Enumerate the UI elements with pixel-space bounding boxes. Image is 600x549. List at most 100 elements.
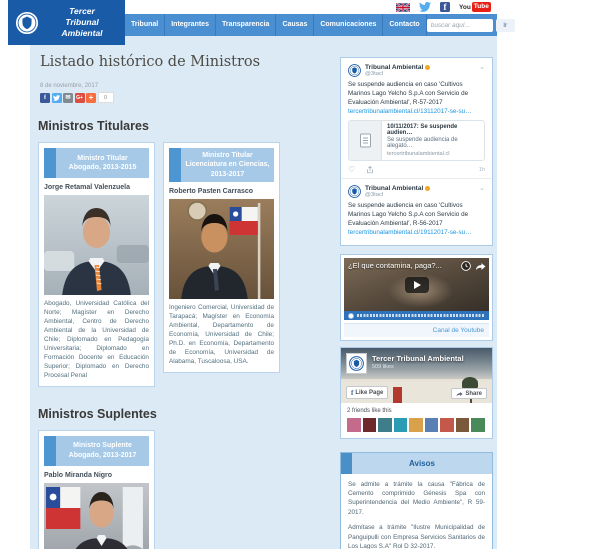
- article-date: 8 de noviembre, 2017: [40, 83, 330, 89]
- facebook-friends-section: 2 friends like this: [341, 403, 492, 438]
- share-email-button[interactable]: ✉: [63, 93, 73, 103]
- twitter-icon[interactable]: [419, 2, 431, 12]
- site-logo[interactable]: Tercer Tribunal Ambiental: [8, 0, 125, 45]
- tweet[interactable]: Tribunal Ambiental @3tacl ⌄ Se suspende …: [348, 64, 485, 174]
- nav-item-transparencia[interactable]: Transparencia: [216, 14, 276, 36]
- logo-text: Tercer Tribunal Ambiental: [45, 6, 119, 39]
- document-icon: [349, 121, 382, 161]
- like-heart-icon[interactable]: ♡: [348, 166, 355, 174]
- facebook-share-button[interactable]: Share: [451, 388, 487, 399]
- author-badge-icon: [425, 186, 430, 191]
- search-go-button[interactable]: Ir: [496, 19, 515, 32]
- youtube-channel-link[interactable]: Canal de Youtube: [433, 327, 484, 334]
- nav-search: Ir: [427, 19, 520, 32]
- tweet-card-desc: Se suspende audiencia de alegato…: [387, 137, 479, 149]
- tribunal-emblem-icon: [349, 356, 364, 371]
- avisos-accent-bar: [341, 453, 352, 474]
- facebook-page-name[interactable]: Tercer Tribunal Ambiental: [372, 354, 464, 363]
- titulares-cards: Ministro Titular Abogado, 2013-2015 Jorg…: [38, 142, 330, 387]
- caption-text-lines: [357, 314, 485, 317]
- share-export-icon[interactable]: [366, 166, 374, 174]
- twitter-icon: [53, 95, 60, 101]
- share-addthis-button[interactable]: +: [86, 93, 96, 103]
- play-button[interactable]: [405, 277, 429, 293]
- nav-item-causas[interactable]: Causas: [276, 14, 314, 36]
- minister-card[interactable]: Ministro Suplente Abogado, 2013-2017 Pab…: [38, 430, 155, 549]
- minister-role: Ministro Suplente: [73, 441, 132, 450]
- facebook-cover-photo[interactable]: Tercer Tribunal Ambiental 509 likes f Li…: [341, 348, 492, 403]
- avisos-widget: Avisos Se admite a trámite la causa "Fáb…: [340, 452, 493, 549]
- youtube-tube-text: Tube: [472, 2, 491, 12]
- aviso-item: Se admite a trámite la causa "Fábrica de…: [348, 480, 485, 518]
- card-accent-bar: [44, 436, 56, 466]
- nav-item-integrantes[interactable]: Integrantes: [165, 14, 216, 36]
- chevron-down-icon[interactable]: ⌄: [479, 184, 485, 192]
- page: f YouTube Tercer Tribunal Ambiental Trib…: [0, 0, 600, 549]
- aviso-item: Admítase a trámite "Ilustre Municipalida…: [348, 523, 485, 549]
- page-title: Listado histórico de Ministros: [40, 54, 330, 70]
- facebook-icon[interactable]: f: [440, 2, 450, 12]
- logo-line1: Tercer: [45, 6, 119, 17]
- tribunal-emblem-icon: [14, 10, 40, 36]
- minister-card-header: Ministro Titular Abogado, 2013-2015: [44, 148, 149, 178]
- share-arrow-icon: [456, 391, 463, 397]
- minister-name: Pablo Miranda Nigro: [44, 472, 149, 479]
- tweet-link-card[interactable]: 10/11/2017: Se suspende audien… Se suspe…: [348, 120, 485, 162]
- search-input[interactable]: [427, 19, 493, 32]
- tweet-timestamp: 1h: [479, 167, 485, 173]
- tweet-card-body: 10/11/2017: Se suspende audien… Se suspe…: [382, 121, 484, 161]
- friend-avatar: [347, 418, 361, 432]
- main-content: Listado histórico de Ministros 8 de novi…: [38, 52, 330, 549]
- share-label: Share: [465, 391, 482, 397]
- main-navbar: Tribunal Integrantes Transparencia Causa…: [125, 14, 497, 36]
- minister-photo: [44, 483, 149, 549]
- minister-bio: Ingeniero Comercial, Universidad de Tara…: [169, 304, 274, 367]
- nav-item-tribunal[interactable]: Tribunal: [125, 14, 165, 36]
- tweet[interactable]: Tribunal Ambiental @3tacl ⌄ Se suspende …: [348, 185, 485, 238]
- minister-photo: [169, 199, 274, 299]
- friends-like-text: 2 friends like this: [347, 408, 486, 414]
- share-googleplus-button[interactable]: G+: [75, 93, 85, 103]
- twitter-timeline-widget: Tribunal Ambiental @3tacl ⌄ Se suspende …: [340, 57, 493, 246]
- tweet-header: Tribunal Ambiental @3tacl ⌄: [348, 64, 485, 77]
- youtube-icon[interactable]: YouTube: [459, 2, 491, 12]
- chevron-down-icon[interactable]: ⌄: [479, 63, 485, 71]
- sidebar: Tribunal Ambiental @3tacl ⌄ Se suspende …: [340, 57, 493, 549]
- avisos-heading: Avisos: [352, 453, 492, 474]
- uk-flag-language-icon[interactable]: [396, 3, 410, 12]
- friend-avatar: [394, 418, 408, 432]
- youtube-video-player[interactable]: ¿El que contamina, paga?...: [344, 258, 489, 320]
- minister-card-header: Ministro Suplente Abogado, 2013-2017: [44, 436, 149, 466]
- fb-friend-avatars: [347, 418, 486, 432]
- friend-avatar: [456, 418, 470, 432]
- friend-avatar: [409, 418, 423, 432]
- facebook-page-widget: Tercer Tribunal Ambiental 509 likes f Li…: [340, 347, 493, 439]
- header-social-row: f YouTube: [396, 2, 491, 12]
- share-row: f ✉ G+ + 0: [40, 92, 330, 103]
- tweet-author: Tribunal Ambiental: [365, 64, 423, 71]
- tweet-link[interactable]: tercertribunalambiental.cl/19112017-se-s…: [348, 229, 471, 236]
- facebook-like-page-button[interactable]: f Like Page: [346, 386, 388, 399]
- nav-item-contacto[interactable]: Contacto: [383, 14, 426, 36]
- tweet-handle: @3tacl: [365, 192, 430, 198]
- card-title-band: Ministro Suplente Abogado, 2013-2017: [56, 436, 149, 466]
- video-share-arrow-icon[interactable]: [475, 262, 486, 271]
- tweet-link[interactable]: tercertribunalambiental.cl/13112017-se-s…: [348, 108, 471, 115]
- watch-later-clock-icon[interactable]: [461, 261, 471, 271]
- tweet-text: Se suspende audiencia en caso 'Cultivos …: [348, 202, 485, 238]
- nav-item-comunicaciones[interactable]: Comunicaciones: [314, 14, 383, 36]
- tweet-header: Tribunal Ambiental @3tacl ⌄: [348, 185, 485, 198]
- share-facebook-button[interactable]: f: [40, 93, 50, 103]
- minister-card[interactable]: Ministro Titular Abogado, 2013-2015 Jorg…: [38, 142, 155, 387]
- video-link-bar: Canal de Youtube: [344, 323, 489, 337]
- share-twitter-button[interactable]: [52, 93, 62, 103]
- tweet-text-body: Se suspende audiencia en caso 'Cultivos …: [348, 81, 468, 106]
- youtube-you-text: You: [459, 4, 471, 11]
- card-accent-bar: [44, 148, 56, 178]
- facebook-page-avatar[interactable]: [346, 353, 367, 374]
- minister-bio: Abogado, Universidad Católica del Norte;…: [44, 300, 149, 381]
- friend-avatar: [363, 418, 377, 432]
- youtube-widget: ¿El que contamina, paga?...: [340, 254, 493, 341]
- video-caption-band: [344, 311, 489, 320]
- minister-card[interactable]: Ministro Titular Licenciatura en Ciencia…: [163, 142, 280, 373]
